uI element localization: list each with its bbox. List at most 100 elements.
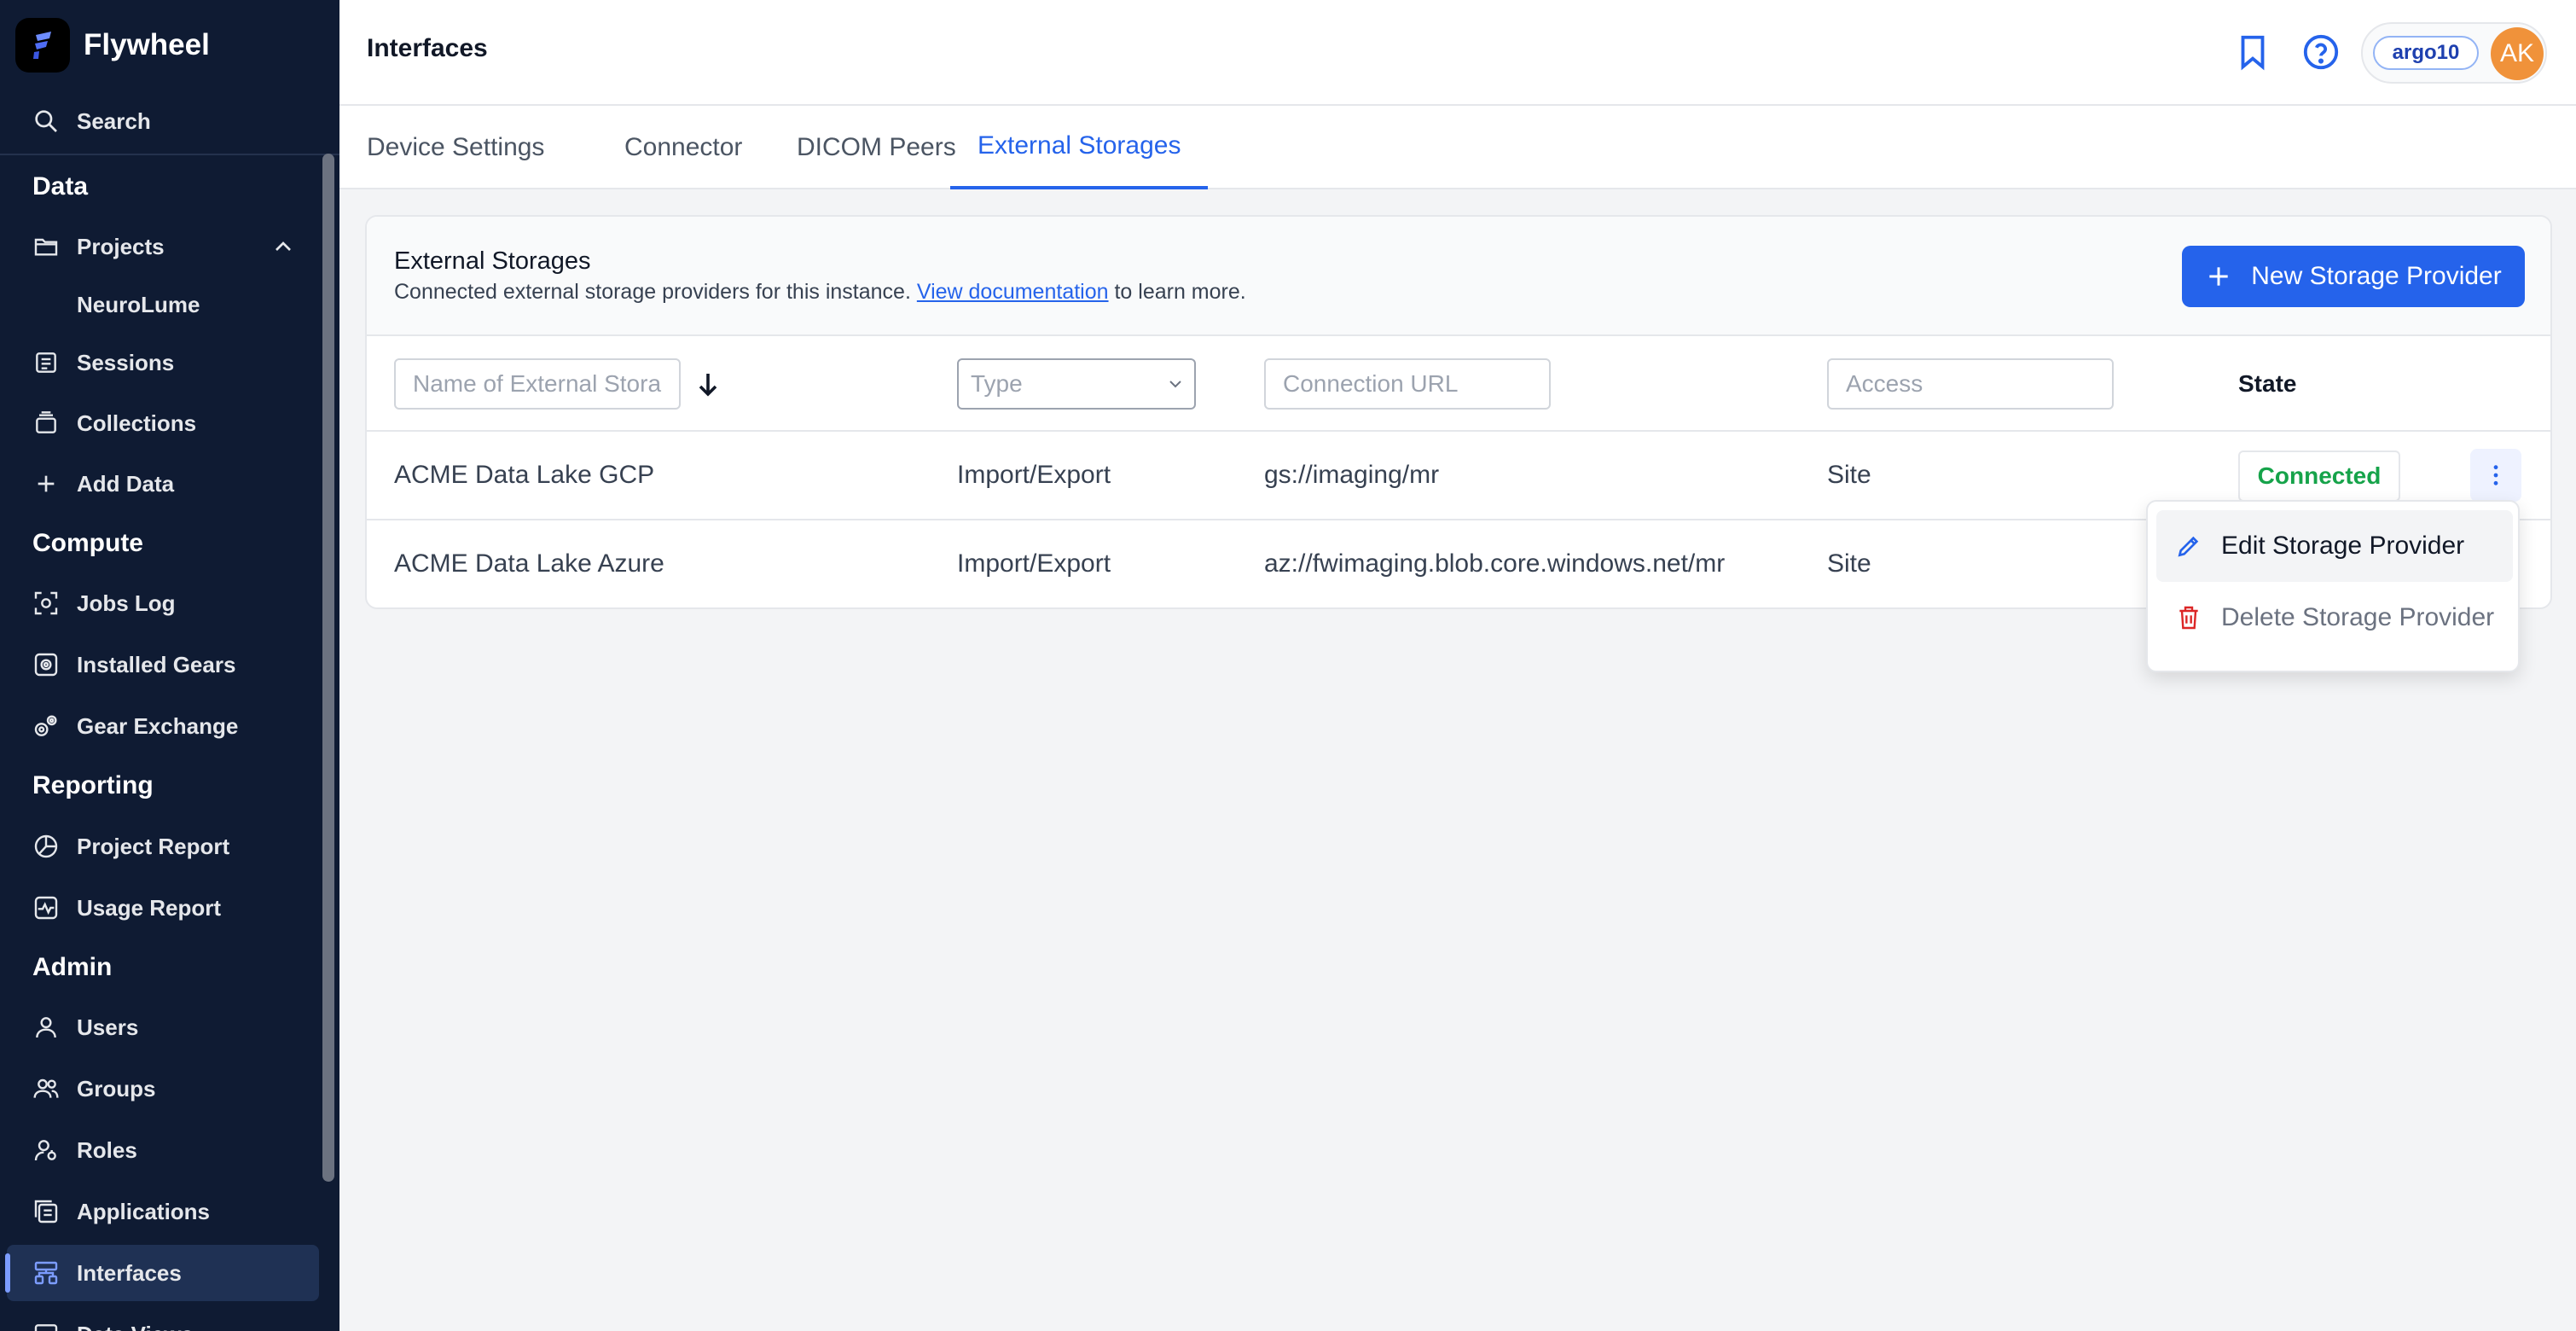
sidebar-item-search[interactable]: Search	[7, 93, 319, 149]
status-badge: Connected	[2238, 450, 2400, 502]
sidebar-item-label: Search	[77, 108, 151, 134]
tab-device-settings[interactable]: Device Settings	[339, 106, 571, 189]
access-filter-input[interactable]	[1827, 358, 2114, 410]
card-header: External Storages Connected external sto…	[367, 217, 2550, 336]
sidebar-item-label: Interfaces	[77, 1259, 182, 1286]
state-column-header: State	[2238, 370, 2297, 397]
delete-storage-provider-menu-item[interactable]: Delete Storage Provider	[2156, 582, 2513, 654]
sidebar-item-gear-exchange[interactable]: Gear Exchange	[7, 698, 319, 754]
type-filter-placeholder: Type	[971, 370, 1023, 397]
sidebar-item-label: Projects	[77, 233, 165, 259]
storage-type: Import/Export	[957, 461, 1111, 489]
storage-name: ACME Data Lake GCP	[394, 461, 655, 489]
kebab-icon	[2493, 465, 2498, 485]
sidebar-scrollbar[interactable]	[322, 154, 334, 1182]
sidebar-item-data-views[interactable]: Data Views	[7, 1306, 319, 1331]
table-filter-row: Type State	[367, 336, 2550, 432]
edit-storage-provider-menu-item[interactable]: Edit Storage Provider	[2156, 510, 2513, 582]
type-filter-select[interactable]: Type	[957, 358, 1196, 410]
sidebar-item-add-data[interactable]: Add Data	[7, 456, 319, 512]
sidebar-item-project-report[interactable]: Project Report	[7, 818, 319, 875]
new-storage-provider-label: New Storage Provider	[2251, 262, 2502, 290]
trash-icon	[2179, 606, 2198, 630]
bookmark-icon[interactable]	[2233, 32, 2272, 72]
app-name: Flywheel	[84, 28, 210, 61]
view-documentation-link[interactable]: View documentation	[917, 280, 1109, 304]
flywheel-logo-icon	[15, 18, 70, 73]
connection-url-filter-input[interactable]	[1264, 358, 1551, 410]
sort-down-icon[interactable]	[693, 369, 723, 399]
sidebar-item-label: Roles	[77, 1136, 137, 1163]
sidebar-item-label: NeuroLume	[77, 291, 200, 317]
interfaces-icon	[34, 1261, 58, 1285]
storage-access: Site	[1827, 461, 1871, 489]
description-text: Connected external storage providers for…	[394, 280, 917, 304]
tab-external-storages[interactable]: External Storages	[950, 106, 1209, 189]
sidebar-section-admin: Admin	[32, 953, 113, 981]
role-icon	[34, 1140, 56, 1161]
sidebar-item-label: Jobs Log	[77, 590, 176, 616]
jobs-icon	[34, 591, 58, 615]
brand[interactable]: Flywheel	[15, 17, 210, 73]
top-header: Interfaces argo10 AK	[339, 0, 2576, 106]
sidebar-divider	[0, 154, 339, 155]
sidebar-item-roles[interactable]: Roles	[7, 1122, 319, 1178]
name-filter-input[interactable]	[394, 358, 681, 410]
sidebar-item-label: Users	[77, 1014, 139, 1040]
help-icon[interactable]	[2301, 32, 2341, 72]
folder-icon	[34, 238, 58, 256]
card-description: Connected external storage providers for…	[394, 280, 1246, 305]
menu-item-label: Delete Storage Provider	[2221, 603, 2495, 631]
sidebar-item-projects[interactable]: Projects	[7, 218, 319, 275]
sidebar-item-label: Add Data	[77, 470, 175, 497]
sidebar-item-label: Installed Gears	[77, 651, 236, 677]
pencil-icon	[2178, 536, 2199, 557]
storage-type: Import/Export	[957, 549, 1111, 578]
sidebar-item-applications[interactable]: Applications	[7, 1183, 319, 1240]
gear-exchange-icon	[34, 715, 57, 736]
sidebar-section-compute: Compute	[32, 529, 143, 557]
usage-icon	[34, 896, 58, 920]
sidebar-item-collections[interactable]: Collections	[7, 395, 319, 451]
sidebar-item-usage-report[interactable]: Usage Report	[7, 880, 319, 936]
sidebar-item-interfaces[interactable]: Interfaces	[5, 1245, 319, 1301]
search-icon	[35, 110, 57, 132]
sidebar-item-label: Sessions	[77, 349, 175, 375]
new-storage-provider-button[interactable]: New Storage Provider	[2182, 246, 2525, 307]
sidebar-item-users[interactable]: Users	[7, 999, 319, 1055]
sessions-icon	[36, 352, 56, 373]
storage-url: az://fwimaging.blob.core.windows.net/mr	[1264, 549, 1726, 578]
sidebar-item-label: Usage Report	[77, 894, 222, 921]
avatar[interactable]: AK	[2491, 27, 2544, 80]
sidebar-item-label: Gear Exchange	[77, 712, 239, 739]
account-menu[interactable]: argo10 AK	[2361, 22, 2547, 84]
storage-access: Site	[1827, 549, 1871, 578]
storage-url: gs://imaging/mr	[1264, 461, 1440, 489]
org-badge[interactable]: argo10	[2373, 36, 2479, 70]
plus-icon	[2209, 267, 2228, 286]
chevron-up-icon[interactable]	[270, 233, 297, 260]
sidebar-item-sessions[interactable]: Sessions	[7, 334, 319, 391]
sidebar-section-reporting: Reporting	[32, 771, 154, 799]
collections-icon	[36, 411, 56, 433]
sidebar-item-groups[interactable]: Groups	[7, 1061, 319, 1117]
row-actions-menu: Edit Storage Provider Delete Storage Pro…	[2146, 500, 2520, 672]
report-icon	[34, 834, 58, 858]
sidebar: Flywheel Search Data Projects NeuroLume …	[0, 0, 339, 1331]
applications-icon	[34, 1200, 58, 1223]
user-icon	[36, 1017, 56, 1038]
users-icon	[33, 1078, 59, 1098]
tab-connector[interactable]: Connector	[597, 106, 769, 189]
data-views-icon	[34, 1324, 58, 1331]
sidebar-item-installed-gears[interactable]: Installed Gears	[7, 636, 319, 693]
description-text-end: to learn more.	[1108, 280, 1246, 304]
sidebar-item-label: Data Views	[77, 1322, 194, 1331]
card-title: External Storages	[394, 247, 591, 275]
sidebar-item-jobs-log[interactable]: Jobs Log	[7, 575, 319, 631]
sidebar-item-label: Groups	[77, 1075, 156, 1101]
gears-icon	[34, 653, 58, 677]
sidebar-item-neurolume[interactable]: NeuroLume	[7, 276, 319, 333]
row-actions-button[interactable]	[2470, 449, 2521, 502]
sidebar-item-label: Applications	[77, 1198, 211, 1224]
sidebar-section-data: Data	[32, 172, 89, 201]
